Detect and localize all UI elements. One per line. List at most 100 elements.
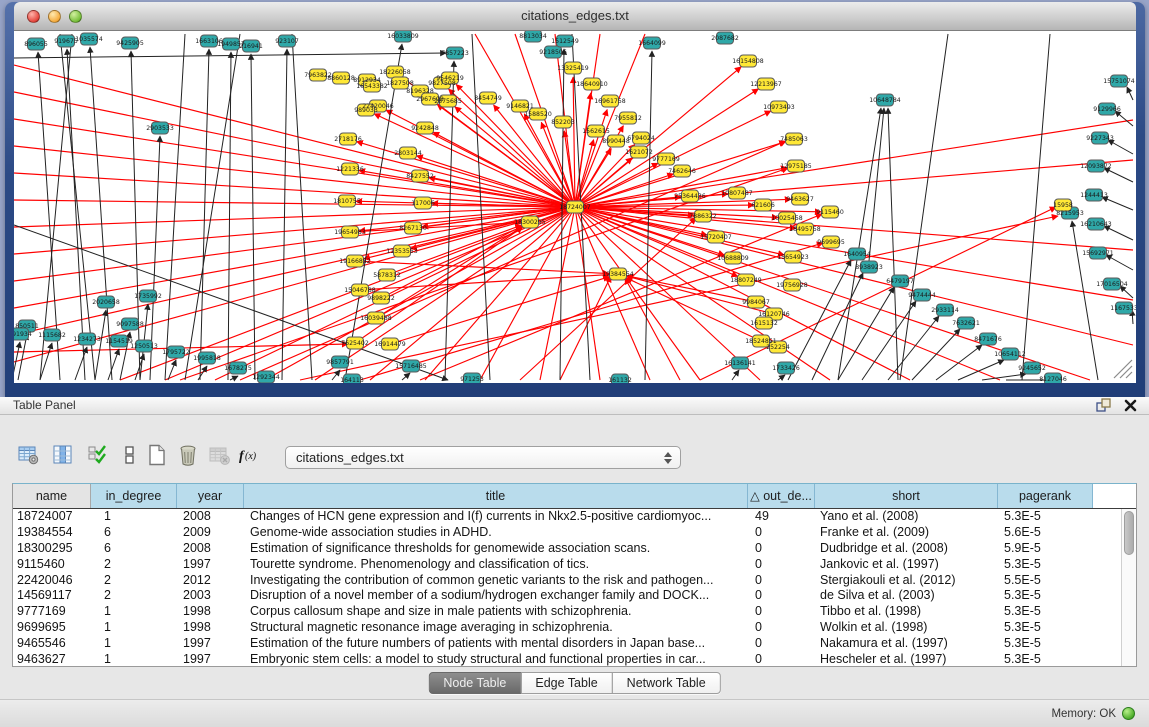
table-row[interactable]: 946554611997Estimation of the future num… [13, 636, 1136, 652]
graph-node-label: 19166852 [339, 258, 371, 265]
column-header-name[interactable]: name [13, 484, 91, 508]
function-builder-button[interactable]: f(x) [238, 443, 266, 471]
resize-grip-icon[interactable] [1114, 360, 1132, 378]
table-cell: 1998 [177, 620, 244, 636]
delete-table-button[interactable] [206, 443, 234, 471]
table-cell: Hescheler et al. (1997) [815, 652, 998, 668]
graph-node-label: 9898222 [367, 295, 395, 302]
table-cell: Structural magnetic resonance image aver… [244, 620, 748, 636]
graph-node-label: 7955812 [614, 115, 642, 122]
graph-edge [60, 34, 95, 380]
table-cell: 5.3E-5 [998, 604, 1093, 620]
graph-node-label: 1810755 [333, 198, 361, 205]
graph-edge [131, 51, 140, 380]
table-row[interactable]: 1830029562008Estimation of significance … [13, 541, 1136, 557]
status-bar: Memory: OK [0, 699, 1149, 727]
table-cell: 9465546 [13, 636, 91, 652]
network-window[interactable]: citations_edges.txt 89605591967510355749… [5, 2, 1145, 397]
network-canvas[interactable]: 8960559196751035574942590516631061949857… [14, 31, 1136, 383]
table-cell: 2003 [177, 588, 244, 604]
float-window-icon[interactable] [1096, 398, 1112, 412]
table-cell: Estimation of significance thresholds fo… [244, 541, 748, 557]
graph-node-label: 1292344 [252, 374, 280, 381]
graph-node-label: 7485063 [780, 136, 808, 143]
graph-node-label: 9474444 [908, 292, 936, 299]
graph-node-label: 8427552 [406, 173, 434, 180]
graph-edge [282, 49, 287, 380]
graph-node-label: 391934 [14, 331, 32, 338]
graph-node-label: 1664099 [638, 40, 666, 47]
graph-node-label: 9463627 [786, 196, 814, 203]
table-selector[interactable]: citations_edges.txt [285, 446, 681, 469]
graph-node-label: 8267130 [399, 225, 427, 232]
table-row[interactable]: 2242004622012Investigating the contribut… [13, 573, 1136, 589]
network-desktop: citations_edges.txt 89605591967510355749… [0, 0, 1149, 397]
graph-node-label: 10648784 [869, 97, 901, 104]
table-panel-header: Table Panel [0, 397, 1149, 415]
tab-node-table[interactable]: Node Table [428, 672, 521, 694]
zoom-button[interactable] [69, 10, 82, 23]
show-columns-button[interactable] [49, 443, 77, 471]
column-header-out_de[interactable]: △ out_de... [748, 484, 815, 508]
tab-network-table[interactable]: Network Table [612, 672, 721, 694]
table-row[interactable]: 969969511998Structural magnetic resonanc… [13, 620, 1136, 636]
minimize-button[interactable] [48, 10, 61, 23]
graph-edge [90, 47, 112, 380]
table-cell: Franke et al. (2009) [815, 525, 998, 541]
graph-edge [869, 108, 884, 261]
table-cell: 18724007 [13, 509, 91, 525]
graph-node-label: 8938923 [855, 264, 883, 271]
graph-edge [14, 200, 575, 207]
graph-node-label: 18640910 [576, 81, 608, 88]
new-column-button[interactable] [143, 443, 171, 471]
close-button[interactable] [27, 10, 40, 23]
network-window-titlebar[interactable]: citations_edges.txt [14, 2, 1136, 31]
table-scrollbar[interactable] [1121, 509, 1136, 666]
graph-node-label: 10807487 [721, 190, 753, 197]
new-column-icon [146, 444, 168, 471]
graph-edge [472, 34, 490, 380]
graph-node-label: 1512549 [551, 38, 579, 45]
graph-edge [958, 360, 1004, 380]
table-header-row: namein_degreeyeartitle△ out_de...shortpa… [13, 484, 1136, 509]
graph-node-label: 852203 [551, 119, 575, 126]
column-header-short[interactable]: short [815, 484, 998, 508]
graph-node-label: 9699695 [817, 239, 845, 246]
table-settings-button[interactable] [15, 443, 43, 471]
select-attributes-button[interactable] [84, 443, 112, 471]
graph-node-label: 10025458 [771, 215, 803, 222]
table-cell: 2 [91, 588, 177, 604]
graph-node-label: 19384554 [602, 271, 634, 278]
memory-status-label: Memory: OK [1051, 708, 1116, 720]
close-panel-icon[interactable] [1124, 399, 1137, 412]
delete-column-button[interactable] [174, 443, 202, 471]
table-cell: 9699695 [13, 620, 91, 636]
network-graph[interactable]: 8960559196751035574942590516631061949857… [14, 31, 1136, 383]
graph-node-label: 9129966 [1093, 106, 1121, 113]
column-header-year[interactable]: year [177, 484, 244, 508]
tab-edge-table[interactable]: Edge Table [520, 672, 612, 694]
column-header-in_degree[interactable]: in_degree [91, 484, 177, 508]
graph-node-label: 17016504 [1096, 281, 1128, 288]
table-row[interactable]: 977716911998Corpus callosum shape and si… [13, 604, 1136, 620]
column-header-pagerank[interactable]: pagerank [998, 484, 1093, 508]
column-header-title[interactable]: title [244, 484, 748, 508]
scrollbar-thumb[interactable] [1124, 511, 1134, 555]
graph-node-label: 117006 [411, 200, 435, 207]
graph-node-label: 9857791 [326, 359, 354, 366]
graph-node-label: 1115682 [38, 332, 66, 339]
table-cell: 5.6E-5 [998, 525, 1093, 541]
graph-node-label: 9115460 [816, 209, 844, 216]
graph-node-label: 2020658 [92, 299, 120, 306]
graph-edge [900, 34, 948, 380]
table-row[interactable]: 911546021997Tourette syndrome. Phenomeno… [13, 557, 1136, 573]
table-cell: 49 [748, 509, 815, 525]
table-row[interactable]: 1938455462009Genome-wide association stu… [13, 525, 1136, 541]
graph-edge [108, 349, 119, 380]
table-row[interactable]: 1872400712008Changes of HCN gene express… [13, 509, 1136, 525]
table-row[interactable]: 946362711997Embryonic stem cells: a mode… [13, 652, 1136, 668]
row-height-button[interactable] [116, 443, 144, 471]
node-table: namein_degreeyeartitle△ out_de...shortpa… [12, 483, 1137, 667]
graph-node-label: 8454749 [474, 95, 502, 102]
table-row[interactable]: 1456911722003Disruption of a novel membe… [13, 588, 1136, 604]
